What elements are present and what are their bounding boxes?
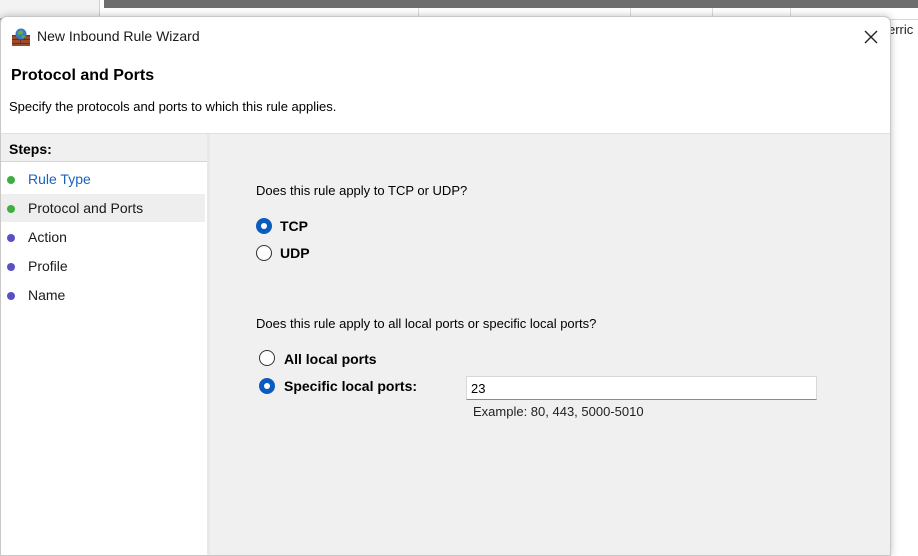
step-label: Protocol and Ports [28, 200, 144, 216]
steps-sidebar: Steps: Rule Type Protocol and Ports Acti… [1, 134, 207, 555]
specific-ports-input[interactable] [466, 376, 817, 400]
step-rule-type[interactable]: Rule Type [1, 165, 205, 193]
page-header: Protocol and Ports Specify the protocols… [1, 57, 890, 133]
udp-radio[interactable] [256, 245, 272, 261]
wizard-dialog: New Inbound Rule Wizard Protocol and Por… [0, 16, 891, 556]
steps-header: Steps: [1, 134, 207, 162]
specific-local-ports-radio[interactable] [259, 378, 275, 394]
step-pending-dot-icon [7, 234, 15, 242]
all-local-ports-radio[interactable] [259, 350, 275, 366]
specific-local-ports-label[interactable]: Specific local ports: [284, 378, 417, 394]
step-profile: Profile [1, 252, 205, 280]
firewall-icon [10, 27, 32, 47]
page-title: Protocol and Ports [11, 67, 155, 84]
step-complete-dot-icon [7, 176, 15, 184]
steps-heading: Steps: [9, 141, 52, 157]
window-title: New Inbound Rule Wizard [37, 28, 200, 44]
udp-label[interactable]: UDP [280, 245, 310, 261]
step-label: Action [28, 229, 67, 245]
page-description: Specify the protocols and ports to which… [9, 99, 337, 114]
wizard-content: Does this rule apply to TCP or UDP? TCP … [210, 134, 890, 555]
ports-question: Does this rule apply to all local ports … [256, 316, 597, 331]
close-button[interactable] [859, 25, 883, 49]
step-label: Name [28, 287, 66, 303]
background-right-strip [892, 40, 918, 550]
step-name: Name [1, 281, 205, 309]
close-icon [864, 30, 878, 44]
step-pending-dot-icon [7, 292, 15, 300]
step-protocol-and-ports: Protocol and Ports [1, 194, 205, 222]
tcp-radio[interactable] [256, 218, 272, 234]
step-label: Profile [28, 258, 68, 274]
title-bar[interactable]: New Inbound Rule Wizard [1, 17, 890, 57]
ports-example-hint: Example: 80, 443, 5000-5010 [473, 404, 644, 419]
protocol-question: Does this rule apply to TCP or UDP? [256, 183, 468, 198]
background-right-text: erric [888, 22, 914, 37]
background-grid-header [104, 0, 918, 8]
tcp-label[interactable]: TCP [280, 218, 308, 234]
step-action: Action [1, 223, 205, 251]
step-label: Rule Type [28, 171, 91, 187]
all-local-ports-label[interactable]: All local ports [284, 351, 377, 367]
step-pending-dot-icon [7, 263, 15, 271]
step-current-dot-icon [7, 205, 15, 213]
